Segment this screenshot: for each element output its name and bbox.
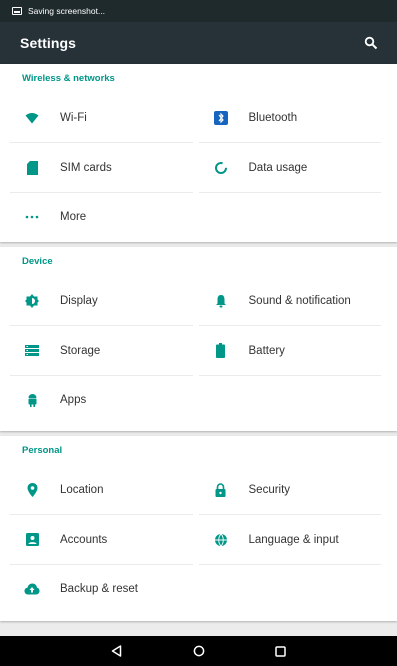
setting-label: More xyxy=(60,211,87,224)
bluetooth-icon xyxy=(211,108,231,128)
setting-bluetooth[interactable]: Bluetooth xyxy=(198,93,388,143)
recents-icon[interactable] xyxy=(240,636,322,666)
setting-label: Language & input xyxy=(248,533,339,546)
setting-label: SIM cards xyxy=(60,161,112,174)
setting-label: Display xyxy=(60,294,98,307)
setting-sim-cards[interactable]: SIM cards xyxy=(10,143,199,193)
wifi-icon xyxy=(22,108,42,128)
more-icon xyxy=(22,207,42,227)
setting-location[interactable]: Location xyxy=(10,465,199,515)
setting-label: Sound & notification xyxy=(248,294,351,307)
search-icon[interactable] xyxy=(359,31,383,55)
setting-label: Wi-Fi xyxy=(60,111,87,124)
setting-label: Backup & reset xyxy=(60,583,138,596)
setting-apps[interactable]: Apps xyxy=(10,376,199,426)
setting-more[interactable]: More xyxy=(10,193,199,243)
setting-label: Battery xyxy=(248,344,285,357)
globe-icon xyxy=(211,530,231,550)
setting-storage[interactable]: Storage xyxy=(10,326,199,376)
section-personal: Personal Location Security Accounts Lang… xyxy=(0,436,397,621)
back-icon[interactable] xyxy=(76,636,158,666)
android-icon xyxy=(22,390,42,410)
section-device: Device Display Sound & notification Stor… xyxy=(0,247,397,431)
setting-sound-notification[interactable]: Sound & notification xyxy=(198,276,388,326)
setting-wifi[interactable]: Wi-Fi xyxy=(10,93,199,143)
setting-label: Security xyxy=(248,483,291,496)
app-bar: Settings xyxy=(0,22,397,64)
setting-battery[interactable]: Battery xyxy=(198,326,388,376)
bell-icon xyxy=(211,291,231,311)
section-header-personal: Personal xyxy=(22,445,63,456)
setting-backup-reset[interactable]: Backup & reset xyxy=(10,565,199,615)
setting-label: Bluetooth xyxy=(248,111,298,124)
account-icon xyxy=(22,530,42,550)
data-usage-icon xyxy=(211,158,231,178)
settings-list: Wireless & networks Wi-Fi Bluetooth SIM … xyxy=(0,64,397,626)
setting-accounts[interactable]: Accounts xyxy=(10,515,199,565)
setting-language-input[interactable]: Language & input xyxy=(198,515,388,565)
setting-data-usage[interactable]: Data usage xyxy=(198,143,388,193)
setting-security[interactable]: Security xyxy=(198,465,388,515)
status-bar: Saving screenshot... xyxy=(0,0,397,22)
battery-icon xyxy=(211,341,231,361)
lock-icon xyxy=(211,480,231,500)
section-header-device: Device xyxy=(22,256,53,267)
setting-label: Data usage xyxy=(248,161,308,174)
setting-label: Location xyxy=(60,483,104,496)
setting-label: Accounts xyxy=(60,533,108,546)
setting-label: Apps xyxy=(60,394,87,407)
setting-display[interactable]: Display xyxy=(10,276,199,326)
location-pin-icon xyxy=(22,480,42,500)
home-icon[interactable] xyxy=(158,636,240,666)
section-wireless-networks: Wireless & networks Wi-Fi Bluetooth SIM … xyxy=(0,64,397,242)
page-title: Settings xyxy=(20,35,77,51)
status-notification-text: Saving screenshot... xyxy=(28,6,106,16)
sim-card-icon xyxy=(22,158,42,178)
screenshot-notification-icon xyxy=(12,7,22,15)
setting-label: Storage xyxy=(60,344,101,357)
display-icon xyxy=(22,291,42,311)
storage-icon xyxy=(22,341,42,361)
navigation-bar xyxy=(0,636,397,666)
section-header-wireless-networks: Wireless & networks xyxy=(22,73,115,84)
cloud-upload-icon xyxy=(22,579,42,599)
